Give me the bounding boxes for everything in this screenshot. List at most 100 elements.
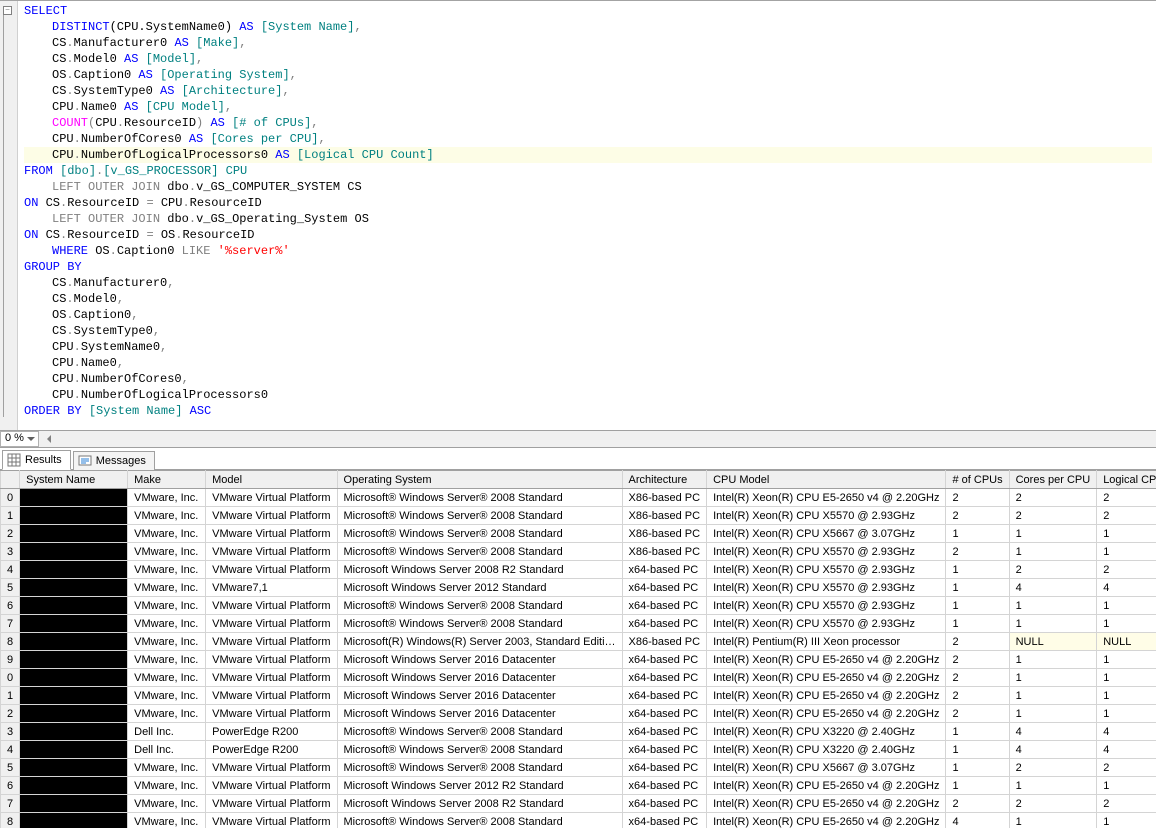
cell-make[interactable]: VMware, Inc. — [128, 489, 206, 507]
cell-arch[interactable]: x64-based PC — [622, 723, 707, 741]
cell-system-name[interactable] — [20, 741, 128, 759]
table-row[interactable]: 1VMware, Inc.VMware Virtual PlatformMicr… — [1, 507, 1156, 525]
cell-logical[interactable]: 1 — [1097, 777, 1156, 795]
cell-arch[interactable]: x64-based PC — [622, 615, 707, 633]
cell-cpu[interactable]: Intel(R) Xeon(R) CPU E5-2650 v4 @ 2.20GH… — [707, 651, 946, 669]
cell-model[interactable]: VMware Virtual Platform — [206, 525, 337, 543]
cell-model[interactable]: PowerEdge R200 — [206, 723, 337, 741]
row-number[interactable]: 4 — [1, 561, 20, 579]
cell-system-name[interactable] — [20, 561, 128, 579]
cell-arch[interactable]: X86-based PC — [622, 507, 707, 525]
cell-arch[interactable]: X86-based PC — [622, 543, 707, 561]
table-row[interactable]: 1VMware, Inc.VMware Virtual PlatformMicr… — [1, 687, 1156, 705]
row-number[interactable]: 6 — [1, 777, 20, 795]
results-grid[interactable]: System Name Make Model Operating System … — [0, 470, 1156, 828]
cell-model[interactable]: VMware Virtual Platform — [206, 651, 337, 669]
tab-results[interactable]: Results — [2, 450, 71, 470]
row-number[interactable]: 5 — [1, 579, 20, 597]
table-row[interactable]: 6VMware, Inc.VMware Virtual PlatformMicr… — [1, 777, 1156, 795]
col-num-cpus[interactable]: # of CPUs — [946, 471, 1009, 489]
cell-make[interactable]: Dell Inc. — [128, 723, 206, 741]
cell-os[interactable]: Microsoft® Windows Server® 2008 Standard — [337, 759, 622, 777]
cell-make[interactable]: VMware, Inc. — [128, 687, 206, 705]
cell-arch[interactable]: x64-based PC — [622, 651, 707, 669]
cell-model[interactable]: VMware Virtual Platform — [206, 687, 337, 705]
row-number[interactable]: 1 — [1, 507, 20, 525]
cell-system-name[interactable] — [20, 543, 128, 561]
cell-os[interactable]: Microsoft Windows Server 2012 Standard — [337, 579, 622, 597]
cell-logical[interactable]: 1 — [1097, 543, 1156, 561]
cell-os[interactable]: Microsoft Windows Server 2016 Datacenter — [337, 687, 622, 705]
col-os[interactable]: Operating System — [337, 471, 622, 489]
cell-os[interactable]: Microsoft Windows Server 2008 R2 Standar… — [337, 561, 622, 579]
cell-cpu[interactable]: Intel(R) Xeon(R) CPU X5570 @ 2.93GHz — [707, 543, 946, 561]
table-row[interactable]: 3VMware, Inc.VMware Virtual PlatformMicr… — [1, 543, 1156, 561]
cell-system-name[interactable] — [20, 525, 128, 543]
cell-make[interactable]: VMware, Inc. — [128, 813, 206, 828]
cell-num-cpus[interactable]: 2 — [946, 705, 1009, 723]
cell-cpu[interactable]: Intel(R) Xeon(R) CPU E5-2650 v4 @ 2.20GH… — [707, 795, 946, 813]
cell-system-name[interactable] — [20, 795, 128, 813]
cell-num-cpus[interactable]: 2 — [946, 489, 1009, 507]
cell-os[interactable]: Microsoft® Windows Server® 2008 Standard — [337, 597, 622, 615]
cell-logical[interactable]: 1 — [1097, 615, 1156, 633]
row-number[interactable]: 6 — [1, 597, 20, 615]
cell-arch[interactable]: X86-based PC — [622, 525, 707, 543]
cell-make[interactable]: VMware, Inc. — [128, 525, 206, 543]
table-row[interactable]: 5VMware, Inc.VMware7,1Microsoft Windows … — [1, 579, 1156, 597]
cell-system-name[interactable] — [20, 777, 128, 795]
table-row[interactable]: 3Dell Inc.PowerEdge R200Microsoft® Windo… — [1, 723, 1156, 741]
cell-num-cpus[interactable]: 2 — [946, 651, 1009, 669]
cell-system-name[interactable] — [20, 687, 128, 705]
cell-cores[interactable]: 2 — [1009, 759, 1097, 777]
row-number[interactable]: 2 — [1, 705, 20, 723]
cell-cpu[interactable]: Intel(R) Xeon(R) CPU X3220 @ 2.40GHz — [707, 741, 946, 759]
cell-os[interactable]: Microsoft® Windows Server® 2008 Standard — [337, 507, 622, 525]
cell-model[interactable]: VMware Virtual Platform — [206, 543, 337, 561]
cell-logical[interactable]: NULL — [1097, 633, 1156, 651]
cell-make[interactable]: VMware, Inc. — [128, 597, 206, 615]
table-row[interactable]: 4Dell Inc.PowerEdge R200Microsoft® Windo… — [1, 741, 1156, 759]
row-number[interactable]: 3 — [1, 723, 20, 741]
cell-make[interactable]: VMware, Inc. — [128, 561, 206, 579]
cell-model[interactable]: VMware Virtual Platform — [206, 615, 337, 633]
cell-make[interactable]: VMware, Inc. — [128, 705, 206, 723]
cell-make[interactable]: VMware, Inc. — [128, 579, 206, 597]
cell-cores[interactable]: 1 — [1009, 669, 1097, 687]
cell-num-cpus[interactable]: 2 — [946, 669, 1009, 687]
cell-logical[interactable]: 4 — [1097, 723, 1156, 741]
cell-model[interactable]: VMware Virtual Platform — [206, 669, 337, 687]
table-row[interactable]: 0VMware, Inc.VMware Virtual PlatformMicr… — [1, 669, 1156, 687]
cell-num-cpus[interactable]: 1 — [946, 579, 1009, 597]
cell-model[interactable]: VMware Virtual Platform — [206, 813, 337, 828]
cell-system-name[interactable] — [20, 489, 128, 507]
cell-num-cpus[interactable]: 1 — [946, 777, 1009, 795]
cell-model[interactable]: PowerEdge R200 — [206, 741, 337, 759]
cell-cores[interactable]: 4 — [1009, 741, 1097, 759]
cell-arch[interactable]: x64-based PC — [622, 795, 707, 813]
col-cores[interactable]: Cores per CPU — [1009, 471, 1097, 489]
table-row[interactable]: 9VMware, Inc.VMware Virtual PlatformMicr… — [1, 651, 1156, 669]
row-number[interactable]: 0 — [1, 669, 20, 687]
cell-cpu[interactable]: Intel(R) Xeon(R) CPU E5-2650 v4 @ 2.20GH… — [707, 669, 946, 687]
cell-arch[interactable]: x64-based PC — [622, 813, 707, 828]
col-model[interactable]: Model — [206, 471, 337, 489]
cell-arch[interactable]: x64-based PC — [622, 741, 707, 759]
col-arch[interactable]: Architecture — [622, 471, 707, 489]
scroll-left-icon[interactable] — [43, 435, 51, 443]
cell-cores[interactable]: 1 — [1009, 813, 1097, 828]
sql-editor-pane[interactable]: − SELECT DISTINCT(CPU.SystemName0) AS [S… — [0, 0, 1156, 430]
cell-system-name[interactable] — [20, 723, 128, 741]
cell-num-cpus[interactable]: 1 — [946, 723, 1009, 741]
cell-logical[interactable]: 4 — [1097, 741, 1156, 759]
cell-make[interactable]: VMware, Inc. — [128, 777, 206, 795]
cell-system-name[interactable] — [20, 759, 128, 777]
row-number[interactable]: 3 — [1, 543, 20, 561]
cell-arch[interactable]: x64-based PC — [622, 687, 707, 705]
row-number[interactable]: 7 — [1, 615, 20, 633]
cell-logical[interactable]: 4 — [1097, 579, 1156, 597]
fold-toggle-icon[interactable]: − — [3, 6, 12, 15]
col-logical[interactable]: Logical CPU Count — [1097, 471, 1156, 489]
cell-num-cpus[interactable]: 2 — [946, 543, 1009, 561]
cell-num-cpus[interactable]: 1 — [946, 525, 1009, 543]
